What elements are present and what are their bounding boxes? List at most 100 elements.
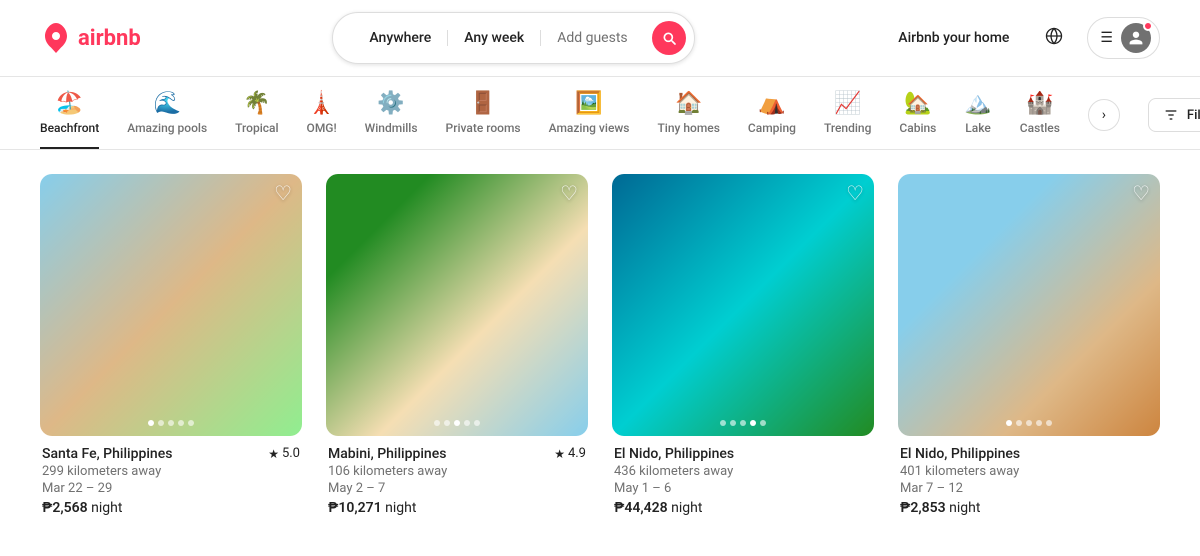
category-item-omg[interactable]: 🗼 OMG! [307, 93, 337, 149]
listing-image: ♡ [612, 174, 874, 436]
amazing-pools-icon: 🌊 [153, 93, 180, 115]
category-label: Tropical [235, 121, 278, 135]
image-dot [188, 420, 194, 426]
category-item-cabins[interactable]: 🏡 Cabins [899, 93, 936, 149]
host-link[interactable]: Airbnb your home [886, 22, 1021, 54]
cabins-icon: 🏡 [904, 93, 931, 115]
language-selector[interactable] [1037, 19, 1071, 57]
image-dot [454, 420, 460, 426]
header-right: Airbnb your home ☰ [886, 17, 1160, 59]
image-dots [434, 420, 480, 426]
listing-location: El Nido, Philippines [900, 446, 1020, 462]
wishlist-button[interactable]: ♡ [846, 184, 864, 204]
rating-value: 5.0 [282, 446, 300, 461]
beachfront-icon: 🏖️ [56, 93, 83, 115]
price-value: ₱44,428 [614, 500, 668, 516]
image-dot [434, 420, 440, 426]
category-item-beachfront[interactable]: 🏖️ Beachfront [40, 93, 99, 149]
image-dot [730, 420, 736, 426]
camping-icon: ⛺ [758, 93, 785, 115]
listing-dates: Mar 7 – 12 [900, 481, 1158, 496]
wishlist-button[interactable]: ♡ [1132, 184, 1150, 204]
listing-dates: Mar 22 – 29 [42, 481, 300, 496]
listing-card[interactable]: ♡ Mabini, Philippines ★ 4.9 106 kilomete… [326, 174, 588, 516]
category-label: Camping [748, 121, 796, 135]
category-item-trending[interactable]: 📈 Trending [824, 93, 871, 149]
listings-grid: ♡ Santa Fe, Philippines ★ 5.0 299 kilome… [0, 150, 1200, 556]
listing-title-row: Mabini, Philippines ★ 4.9 [328, 446, 586, 462]
category-label: Cabins [899, 121, 936, 135]
category-label: Amazing views [549, 121, 630, 135]
category-label: Private rooms [446, 121, 521, 135]
listing-title-row: Santa Fe, Philippines ★ 5.0 [42, 446, 300, 462]
category-item-lake[interactable]: 🏔️ Lake [964, 93, 991, 149]
user-menu[interactable]: ☰ [1087, 17, 1160, 59]
listing-info: El Nido, Philippines 436 kilometers away… [612, 446, 874, 516]
category-item-amazing-pools[interactable]: 🌊 Amazing pools [127, 93, 207, 149]
guests-segment[interactable]: Add guests [541, 30, 643, 46]
category-label: Beachfront [40, 121, 99, 135]
listing-location: El Nido, Philippines [614, 446, 734, 462]
category-item-windmills[interactable]: ⚙️ Windmills [365, 93, 418, 149]
amazing-views-icon: 🖼️ [575, 93, 602, 115]
guests-label: Add guests [557, 30, 627, 46]
image-dots [148, 420, 194, 426]
listing-price: ₱44,428 night [614, 500, 872, 516]
image-dot [1036, 420, 1042, 426]
category-item-tropical[interactable]: 🌴 Tropical [235, 93, 278, 149]
image-dot [740, 420, 746, 426]
category-item-private-rooms[interactable]: 🚪 Private rooms [446, 93, 521, 149]
category-label: Tiny homes [657, 121, 719, 135]
category-item-tiny-homes[interactable]: 🏠 Tiny homes [657, 93, 719, 149]
search-button[interactable] [652, 21, 686, 55]
listing-card[interactable]: ♡ El Nido, Philippines 436 kilometers aw… [612, 174, 874, 516]
listing-image: ♡ [326, 174, 588, 436]
listing-price: ₱2,568 night [42, 500, 300, 516]
category-nav-arrow[interactable]: › [1088, 99, 1120, 131]
price-value: ₱10,271 [328, 500, 382, 516]
week-label: Any week [464, 30, 524, 46]
price-suffix: night [949, 500, 980, 516]
image-dot [1046, 420, 1052, 426]
search-bar[interactable]: Anywhere Any week Add guests [332, 12, 694, 64]
omg-icon: 🗼 [308, 93, 335, 115]
image-dot [1026, 420, 1032, 426]
category-item-castles[interactable]: 🏰 Castles [1020, 93, 1060, 149]
price-suffix: night [385, 500, 416, 516]
listing-image: ♡ [898, 174, 1160, 436]
image-dot [148, 420, 154, 426]
trending-icon: 📈 [834, 93, 861, 115]
filters-button[interactable]: Filters [1148, 98, 1200, 132]
wishlist-button[interactable]: ♡ [274, 184, 292, 204]
tropical-icon: 🌴 [243, 93, 270, 115]
listing-rating: ★ 4.9 [554, 446, 586, 461]
listing-info: Santa Fe, Philippines ★ 5.0 299 kilomete… [40, 446, 302, 516]
category-item-amazing-views[interactable]: 🖼️ Amazing views [549, 93, 630, 149]
location-segment[interactable]: Anywhere [353, 30, 448, 46]
wishlist-button[interactable]: ♡ [560, 184, 578, 204]
image-dot [168, 420, 174, 426]
image-dot [750, 420, 756, 426]
week-segment[interactable]: Any week [448, 30, 541, 46]
category-item-camping[interactable]: ⛺ Camping [748, 93, 796, 149]
lake-icon: 🏔️ [964, 93, 991, 115]
listing-distance: 299 kilometers away [42, 464, 300, 479]
image-dots [1006, 420, 1052, 426]
image-dot [1016, 420, 1022, 426]
listing-title-row: El Nido, Philippines [900, 446, 1158, 462]
image-dot [464, 420, 470, 426]
listing-dates: May 1 – 6 [614, 481, 872, 496]
listing-distance: 436 kilometers away [614, 464, 872, 479]
listing-card[interactable]: ♡ Santa Fe, Philippines ★ 5.0 299 kilome… [40, 174, 302, 516]
listing-info: Mabini, Philippines ★ 4.9 106 kilometers… [326, 446, 588, 516]
logo[interactable]: airbnb [40, 22, 141, 54]
listing-card[interactable]: ♡ El Nido, Philippines 401 kilometers aw… [898, 174, 1160, 516]
category-label: Lake [965, 121, 991, 135]
category-label: Castles [1020, 121, 1060, 135]
image-dot [474, 420, 480, 426]
image-dot [720, 420, 726, 426]
windmills-icon: ⚙️ [377, 93, 404, 115]
category-label: OMG! [307, 121, 337, 135]
listing-rating: ★ 5.0 [268, 446, 300, 461]
tiny-homes-icon: 🏠 [675, 93, 702, 115]
